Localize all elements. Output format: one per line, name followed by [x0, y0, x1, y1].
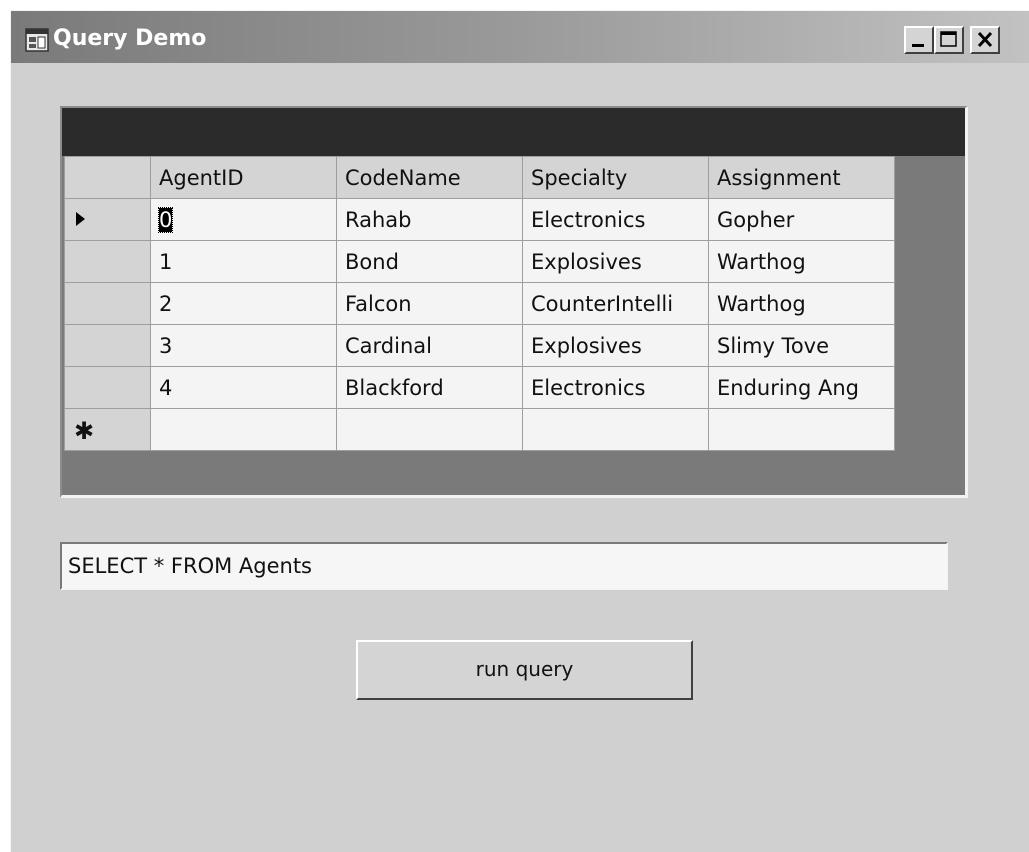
close-button[interactable]	[970, 26, 1000, 54]
grid-cell[interactable]: 1	[150, 240, 337, 283]
grid-cell[interactable]: Electronics	[522, 198, 709, 241]
grid-cell[interactable]: Blackford	[336, 366, 523, 409]
table-row[interactable]: 2 Falcon CounterIntelli Warthog	[64, 282, 895, 325]
grid-cell[interactable]: Falcon	[336, 282, 523, 325]
row-header[interactable]	[64, 282, 151, 325]
column-header-agentid[interactable]: AgentID	[150, 156, 337, 199]
new-row[interactable]: ✱	[64, 408, 895, 451]
grid-cell-empty[interactable]	[150, 408, 337, 451]
grid-caption-bar	[62, 108, 965, 156]
title-bar[interactable]: Query Demo	[11, 11, 1029, 63]
grid-cell[interactable]: Explosives	[522, 324, 709, 367]
maximize-button[interactable]	[934, 26, 964, 54]
data-grid[interactable]: AgentID CodeName Specialty Assignment 0 …	[60, 106, 968, 498]
grid-cell[interactable]: CounterIntelli	[522, 282, 709, 325]
grid-cell[interactable]: Slimy Tove	[708, 324, 895, 367]
asterisk-icon: ✱	[74, 417, 95, 445]
agents-table: AgentID CodeName Specialty Assignment 0 …	[64, 156, 895, 451]
grid-cell[interactable]: Rahab	[336, 198, 523, 241]
table-row[interactable]: 1 Bond Explosives Warthog	[64, 240, 895, 283]
column-header-specialty[interactable]: Specialty	[522, 156, 709, 199]
grid-cell[interactable]: Bond	[336, 240, 523, 283]
query-demo-window: Query Demo AgentID CodeName Specialty As…	[10, 10, 1029, 852]
column-header-codename[interactable]: CodeName	[336, 156, 523, 199]
row-header-new[interactable]: ✱	[64, 408, 151, 451]
minimize-button[interactable]	[904, 26, 934, 54]
grid-cell-empty[interactable]	[336, 408, 523, 451]
grid-cell[interactable]: 3	[150, 324, 337, 367]
corner-header-cell[interactable]	[64, 156, 151, 199]
grid-cell[interactable]: Warthog	[708, 282, 895, 325]
header-row: AgentID CodeName Specialty Assignment	[64, 156, 895, 199]
grid-cell[interactable]: Electronics	[522, 366, 709, 409]
grid-cell[interactable]: Enduring Ang	[708, 366, 895, 409]
row-header[interactable]	[64, 324, 151, 367]
grid-cell[interactable]: 4	[150, 366, 337, 409]
table-row[interactable]: 4 Blackford Electronics Enduring Ang	[64, 366, 895, 409]
grid-cell[interactable]: Explosives	[522, 240, 709, 283]
grid-cell[interactable]: 0	[150, 198, 337, 241]
window-title: Query Demo	[53, 26, 207, 51]
play-arrow-icon	[76, 212, 85, 226]
table-row[interactable]: 3 Cardinal Explosives Slimy Tove	[64, 324, 895, 367]
grid-cell[interactable]: Gopher	[708, 198, 895, 241]
grid-cell[interactable]: Cardinal	[336, 324, 523, 367]
table-row[interactable]: 0 Rahab Electronics Gopher	[64, 198, 895, 241]
grid-cell[interactable]: 2	[150, 282, 337, 325]
run-query-button[interactable]: run query	[356, 640, 693, 700]
row-header-selected[interactable]	[64, 198, 151, 241]
grid-cell-empty[interactable]	[522, 408, 709, 451]
column-header-assignment[interactable]: Assignment	[708, 156, 895, 199]
row-header[interactable]	[64, 240, 151, 283]
cell-text: 0	[157, 206, 174, 233]
close-icon	[977, 31, 993, 48]
grid-cell-empty[interactable]	[708, 408, 895, 451]
maximize-icon	[940, 31, 957, 47]
app-window-icon	[25, 28, 49, 52]
query-input[interactable]: SELECT * FROM Agents	[60, 542, 948, 590]
row-header[interactable]	[64, 366, 151, 409]
grid-cell[interactable]: Warthog	[708, 240, 895, 283]
minimize-icon	[912, 44, 924, 47]
